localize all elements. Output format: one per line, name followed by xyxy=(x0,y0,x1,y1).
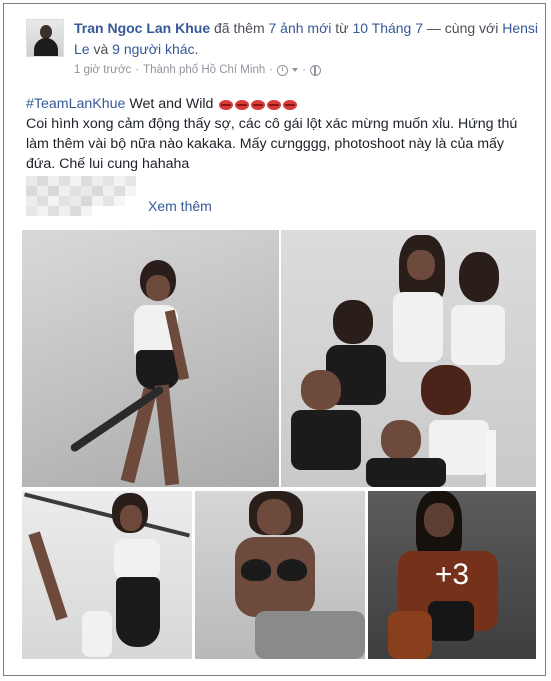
tagged-and: và xyxy=(93,41,109,57)
chevron-down-icon[interactable] xyxy=(292,68,299,72)
post-meta: 1 giờ trước · Thành phố Hồ Chí Minh · · xyxy=(74,64,321,76)
post-card: Tran Ngoc Lan Khue đã thêm 7 ảnh mới từ … xyxy=(3,3,546,676)
lips-emoji-group xyxy=(219,100,298,110)
tagged-suffix: . xyxy=(194,41,199,57)
author-name[interactable]: Tran Ngoc Lan Khue xyxy=(74,20,210,36)
action-from: từ xyxy=(335,20,349,36)
globe-icon[interactable] xyxy=(309,64,321,76)
new-photos-link[interactable]: 7 ảnh mới xyxy=(269,20,332,36)
lips-icon xyxy=(283,100,298,110)
action-with: — cùng với xyxy=(426,20,499,36)
post-photo-3[interactable] xyxy=(22,491,192,659)
lips-icon xyxy=(219,100,234,110)
clock-icon xyxy=(277,64,289,76)
meta-separator: · xyxy=(269,64,274,76)
tagged-others-link[interactable]: 9 người khác xyxy=(112,41,194,57)
caption-title: Wet and Wild xyxy=(129,96,214,112)
post-photo-2[interactable] xyxy=(281,230,536,487)
action-prefix: đã thêm xyxy=(214,20,265,36)
pixelated-text xyxy=(26,176,136,216)
meta-separator: · xyxy=(135,64,140,76)
timestamp[interactable]: 1 giờ trước xyxy=(74,64,131,76)
album-date-link[interactable]: 10 Tháng 7 xyxy=(352,20,423,36)
lips-icon xyxy=(251,100,266,110)
more-photos-count: +3 xyxy=(434,558,470,591)
see-more-link[interactable]: Xem thêm xyxy=(148,198,212,214)
blurred-text-row: Xem thêm xyxy=(26,176,212,216)
location-link[interactable]: Thành phố Hồ Chí Minh xyxy=(143,64,265,76)
post-message: Coi hình xong cảm động thấy sợ, các cô g… xyxy=(26,116,518,172)
lips-icon xyxy=(267,100,282,110)
post-body: #TeamLanKhue Wet and Wild Coi hình xong … xyxy=(26,94,536,174)
post-photo-1[interactable] xyxy=(22,230,279,487)
hashtag-link[interactable]: #TeamLanKhue xyxy=(26,96,125,112)
post-photo-5[interactable]: +3 xyxy=(368,491,536,659)
post-header: Tran Ngoc Lan Khue đã thêm 7 ảnh mới từ … xyxy=(74,18,539,60)
more-photos-overlay[interactable]: +3 xyxy=(368,491,536,659)
avatar[interactable] xyxy=(26,19,64,57)
post-photo-4[interactable] xyxy=(195,491,365,659)
meta-separator: · xyxy=(302,64,306,76)
lips-icon xyxy=(235,100,250,110)
